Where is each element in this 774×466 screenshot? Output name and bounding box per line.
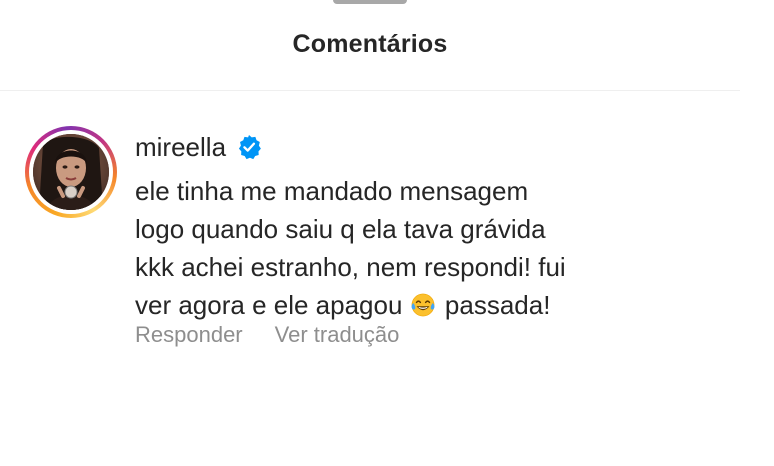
comment-text-segment: passada! bbox=[444, 290, 551, 320]
avatar-story-ring[interactable] bbox=[25, 126, 117, 218]
sheet-title: Comentários bbox=[292, 30, 448, 58]
comment-text-line: logo quando saiu q ela tava grávida bbox=[135, 214, 546, 244]
face-with-tears-of-joy-icon bbox=[410, 290, 436, 317]
see-translation-button[interactable]: Ver tradução bbox=[275, 322, 400, 348]
comment-text-last-line: ver agora e ele apagou passada! bbox=[135, 286, 695, 324]
avatar-photo bbox=[33, 134, 109, 210]
comment-text-line: ele tinha me mandado mensagem bbox=[135, 176, 529, 206]
reply-button[interactable]: Responder bbox=[135, 322, 243, 348]
username-row: mireella bbox=[135, 130, 262, 164]
avatar[interactable] bbox=[33, 134, 109, 210]
comments-sheet: Comentários mireella ele tinha me mandad… bbox=[0, 0, 774, 466]
username[interactable]: mireella bbox=[135, 132, 226, 163]
comment-text-segment: ver agora e ele apagou bbox=[135, 290, 403, 320]
comment-text-line: kkk achei estranho, nem respondi! fui bbox=[135, 252, 566, 282]
verified-badge-icon bbox=[236, 134, 262, 160]
sheet-header: Comentários bbox=[0, 0, 740, 91]
comment-actions: Responder Ver tradução bbox=[135, 322, 399, 348]
comment-text: ele tinha me mandado mensagem logo quand… bbox=[135, 172, 695, 324]
comment-item: mireella ele tinha me mandado mensagem l… bbox=[25, 122, 725, 362]
